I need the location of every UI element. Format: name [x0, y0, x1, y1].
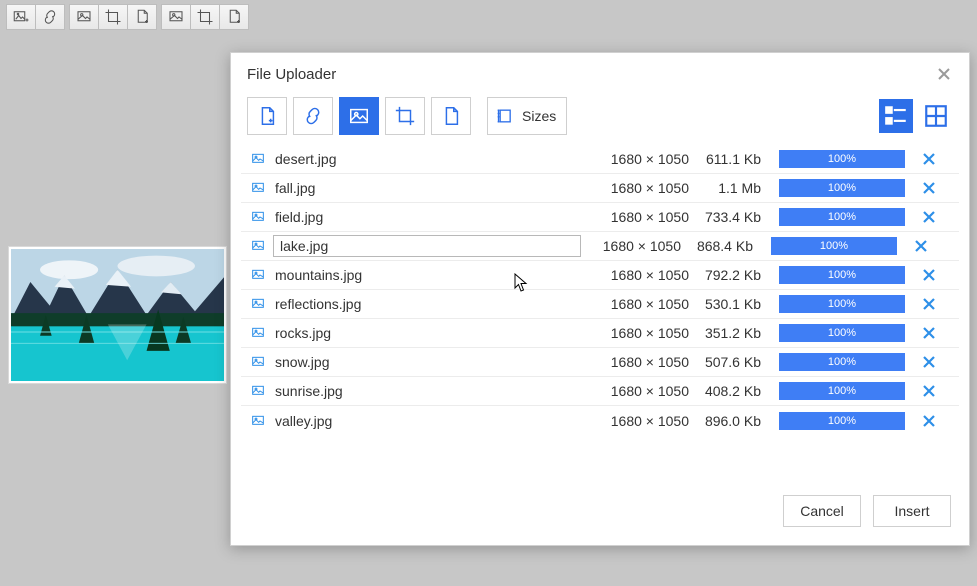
file-dimensions: 1680 × 1050: [589, 151, 689, 167]
insert-button[interactable]: Insert: [873, 495, 951, 527]
upload-progress: 100%: [771, 237, 897, 255]
mode-image-button[interactable]: [339, 97, 379, 135]
upload-progress: 100%: [779, 295, 905, 313]
upload-progress: 100%: [779, 150, 905, 168]
file-name[interactable]: mountains.jpg: [269, 267, 589, 283]
file-size: 1.1 Mb: [689, 180, 769, 196]
remove-file-button[interactable]: [919, 385, 939, 397]
file-name-input[interactable]: lake.jpg: [273, 235, 581, 257]
mode-link-button[interactable]: [293, 97, 333, 135]
dialog-title: File Uploader: [247, 66, 336, 83]
image-file-icon: [247, 413, 269, 429]
remove-file-button[interactable]: [919, 298, 939, 310]
upload-progress: 100%: [779, 266, 905, 284]
file-size: 507.6 Kb: [689, 354, 769, 370]
sizes-button[interactable]: Sizes: [487, 97, 567, 135]
upload-progress: 100%: [779, 353, 905, 371]
file-dimensions: 1680 × 1050: [589, 383, 689, 399]
preview-thumbnail[interactable]: [9, 247, 226, 383]
remove-file-button[interactable]: [911, 240, 931, 252]
file-name[interactable]: valley.jpg: [269, 413, 589, 429]
file-dimensions: 1680 × 1050: [589, 209, 689, 225]
app-toolbar: [0, 0, 977, 34]
file-row[interactable]: field.jpg1680 × 1050733.4 Kb 100%: [241, 203, 959, 232]
view-list-button[interactable]: [879, 99, 913, 133]
file-name[interactable]: snow.jpg: [269, 354, 589, 370]
upload-progress: 100%: [779, 382, 905, 400]
file-dimensions: 1680 × 1050: [589, 180, 689, 196]
file-dimensions: 1680 × 1050: [589, 296, 689, 312]
file-row[interactable]: lake.jpg1680 × 1050868.4 Kb 100%: [241, 232, 959, 261]
file-dimensions: 1680 × 1050: [581, 238, 681, 254]
mode-blank-button[interactable]: [431, 97, 471, 135]
file-list: desert.jpg1680 × 1050611.1 Kb100%fall.jp…: [231, 145, 969, 435]
file-dimensions: 1680 × 1050: [589, 325, 689, 341]
toolbar-picture-2-icon[interactable]: [161, 4, 191, 30]
file-size: 792.2 Kb: [689, 267, 769, 283]
file-name[interactable]: fall.jpg: [269, 180, 589, 196]
view-grid-button[interactable]: [919, 99, 953, 133]
file-dimensions: 1680 × 1050: [589, 413, 689, 429]
file-row[interactable]: valley.jpg1680 × 1050896.0 Kb 100%: [241, 406, 959, 435]
file-row[interactable]: fall.jpg1680 × 10501.1 Mb 100%: [241, 174, 959, 203]
sizes-label: Sizes: [522, 108, 556, 124]
remove-file-button[interactable]: [919, 153, 939, 165]
toolbar-blank-page-add-icon[interactable]: [127, 4, 157, 30]
toolbar-crop-2-icon[interactable]: [190, 4, 220, 30]
toolbar-blank-page-add-2-icon[interactable]: [219, 4, 249, 30]
mode-file-button[interactable]: [247, 97, 287, 135]
image-file-icon: [247, 383, 269, 399]
upload-progress: 100%: [779, 324, 905, 342]
file-size: 351.2 Kb: [689, 325, 769, 341]
image-file-icon: [247, 325, 269, 341]
image-file-icon: [247, 296, 269, 312]
file-name[interactable]: sunrise.jpg: [269, 383, 589, 399]
remove-file-button[interactable]: [919, 269, 939, 281]
file-size: 868.4 Kb: [681, 238, 761, 254]
remove-file-button[interactable]: [919, 356, 939, 368]
file-row[interactable]: mountains.jpg1680 × 1050792.2 Kb 100%: [241, 261, 959, 290]
upload-progress: 100%: [779, 208, 905, 226]
toolbar-link-icon[interactable]: [35, 4, 65, 30]
upload-progress: 100%: [779, 412, 905, 430]
file-name[interactable]: desert.jpg: [269, 151, 589, 167]
remove-file-button[interactable]: [919, 415, 939, 427]
upload-progress: 100%: [779, 179, 905, 197]
file-size: 896.0 Kb: [689, 413, 769, 429]
file-size: 611.1 Kb: [689, 151, 769, 167]
toolbar-crop-icon[interactable]: [98, 4, 128, 30]
image-file-icon: [247, 238, 269, 254]
remove-file-button[interactable]: [919, 327, 939, 339]
file-dimensions: 1680 × 1050: [589, 354, 689, 370]
file-name[interactable]: reflections.jpg: [269, 296, 589, 312]
dialog-close-button[interactable]: [935, 65, 953, 83]
image-file-icon: [247, 209, 269, 225]
image-file-icon: [247, 151, 269, 167]
image-file-icon: [247, 354, 269, 370]
file-size: 530.1 Kb: [689, 296, 769, 312]
file-uploader-dialog: File Uploader Sizes: [230, 52, 970, 546]
file-size: 733.4 Kb: [689, 209, 769, 225]
file-row[interactable]: desert.jpg1680 × 1050611.1 Kb 100%: [241, 145, 959, 174]
remove-file-button[interactable]: [919, 182, 939, 194]
toolbar-picture-icon[interactable]: [69, 4, 99, 30]
file-row[interactable]: snow.jpg1680 × 1050507.6 Kb 100%: [241, 348, 959, 377]
file-row[interactable]: rocks.jpg1680 × 1050351.2 Kb 100%: [241, 319, 959, 348]
file-dimensions: 1680 × 1050: [589, 267, 689, 283]
file-size: 408.2 Kb: [689, 383, 769, 399]
toolbar-image-add-icon[interactable]: [6, 4, 36, 30]
file-row[interactable]: reflections.jpg1680 × 1050530.1 Kb 100%: [241, 290, 959, 319]
image-file-icon: [247, 267, 269, 283]
file-name[interactable]: rocks.jpg: [269, 325, 589, 341]
remove-file-button[interactable]: [919, 211, 939, 223]
mode-crop-button[interactable]: [385, 97, 425, 135]
file-name[interactable]: field.jpg: [269, 209, 589, 225]
file-row[interactable]: sunrise.jpg1680 × 1050408.2 Kb 100%: [241, 377, 959, 406]
cancel-button[interactable]: Cancel: [783, 495, 861, 527]
image-file-icon: [247, 180, 269, 196]
